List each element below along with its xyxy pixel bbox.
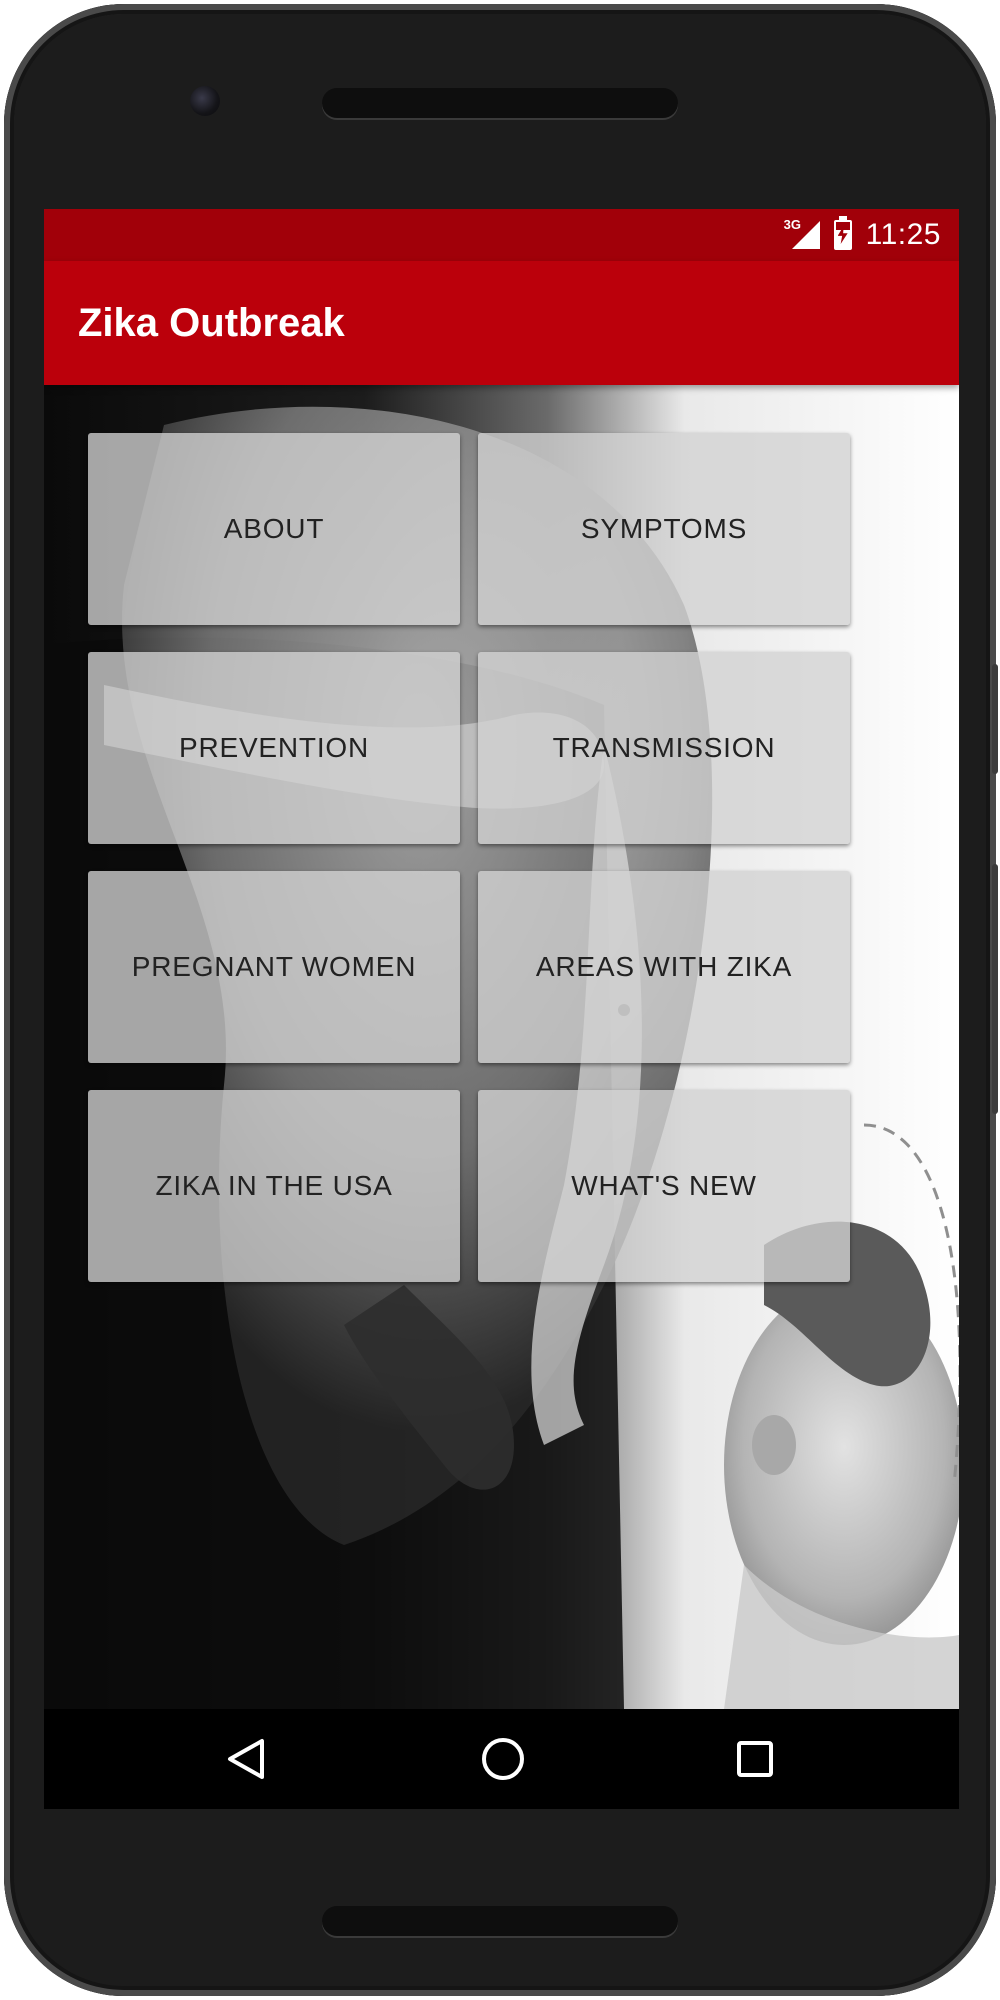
about-button[interactable]: ABOUT bbox=[88, 433, 460, 625]
pregnant-women-button-label: PREGNANT WOMEN bbox=[131, 951, 417, 982]
pregnant-women-button[interactable]: PREGNANT WOMEN bbox=[88, 871, 460, 1063]
front-camera bbox=[190, 86, 220, 116]
menu-grid: ABOUT SYMPTOMS PREVENTION TRANSMISSION P… bbox=[88, 433, 850, 1282]
app-bar: Zika Outbreak bbox=[44, 261, 959, 385]
status-icons: 3G 11:25 bbox=[784, 209, 941, 261]
navigation-bar bbox=[44, 1709, 959, 1809]
bottom-speaker bbox=[322, 1906, 678, 1936]
whats-new-button[interactable]: WHAT'S NEW bbox=[478, 1090, 850, 1282]
app-title: Zika Outbreak bbox=[78, 301, 345, 345]
main-content: ABOUT SYMPTOMS PREVENTION TRANSMISSION P… bbox=[44, 385, 959, 1709]
volume-rocker[interactable] bbox=[992, 864, 998, 1114]
about-button-label: ABOUT bbox=[223, 513, 325, 544]
status-time: 11:25 bbox=[865, 218, 941, 251]
areas-with-zika-button-label: AREAS WITH ZIKA bbox=[535, 951, 793, 982]
battery-charging-icon bbox=[833, 216, 852, 250]
top-speaker bbox=[322, 88, 678, 118]
phone-frame: 3G 11:25 Zika Outbreak ABOUT SYMPTOMS PR… bbox=[4, 4, 998, 1996]
prevention-button[interactable]: PREVENTION bbox=[88, 652, 460, 844]
back-icon[interactable] bbox=[226, 1737, 266, 1781]
zika-in-the-usa-button[interactable]: ZIKA IN THE USA bbox=[88, 1090, 460, 1282]
whats-new-button-label: WHAT'S NEW bbox=[571, 1170, 757, 1201]
transmission-button-label: TRANSMISSION bbox=[552, 732, 776, 763]
home-icon[interactable] bbox=[480, 1736, 526, 1782]
power-button[interactable] bbox=[992, 664, 998, 774]
symptoms-button[interactable]: SYMPTOMS bbox=[478, 433, 850, 625]
prevention-button-label: PREVENTION bbox=[178, 732, 370, 763]
areas-with-zika-button[interactable]: AREAS WITH ZIKA bbox=[478, 871, 850, 1063]
signal-icon: 3G bbox=[784, 217, 820, 251]
recents-icon[interactable] bbox=[736, 1740, 774, 1778]
device-screen: 3G 11:25 Zika Outbreak ABOUT SYMPTOMS PR… bbox=[44, 209, 959, 1809]
symptoms-button-label: SYMPTOMS bbox=[580, 513, 748, 544]
status-bar: 3G 11:25 bbox=[44, 209, 959, 261]
zika-in-the-usa-button-label: ZIKA IN THE USA bbox=[155, 1170, 393, 1201]
transmission-button[interactable]: TRANSMISSION bbox=[478, 652, 850, 844]
